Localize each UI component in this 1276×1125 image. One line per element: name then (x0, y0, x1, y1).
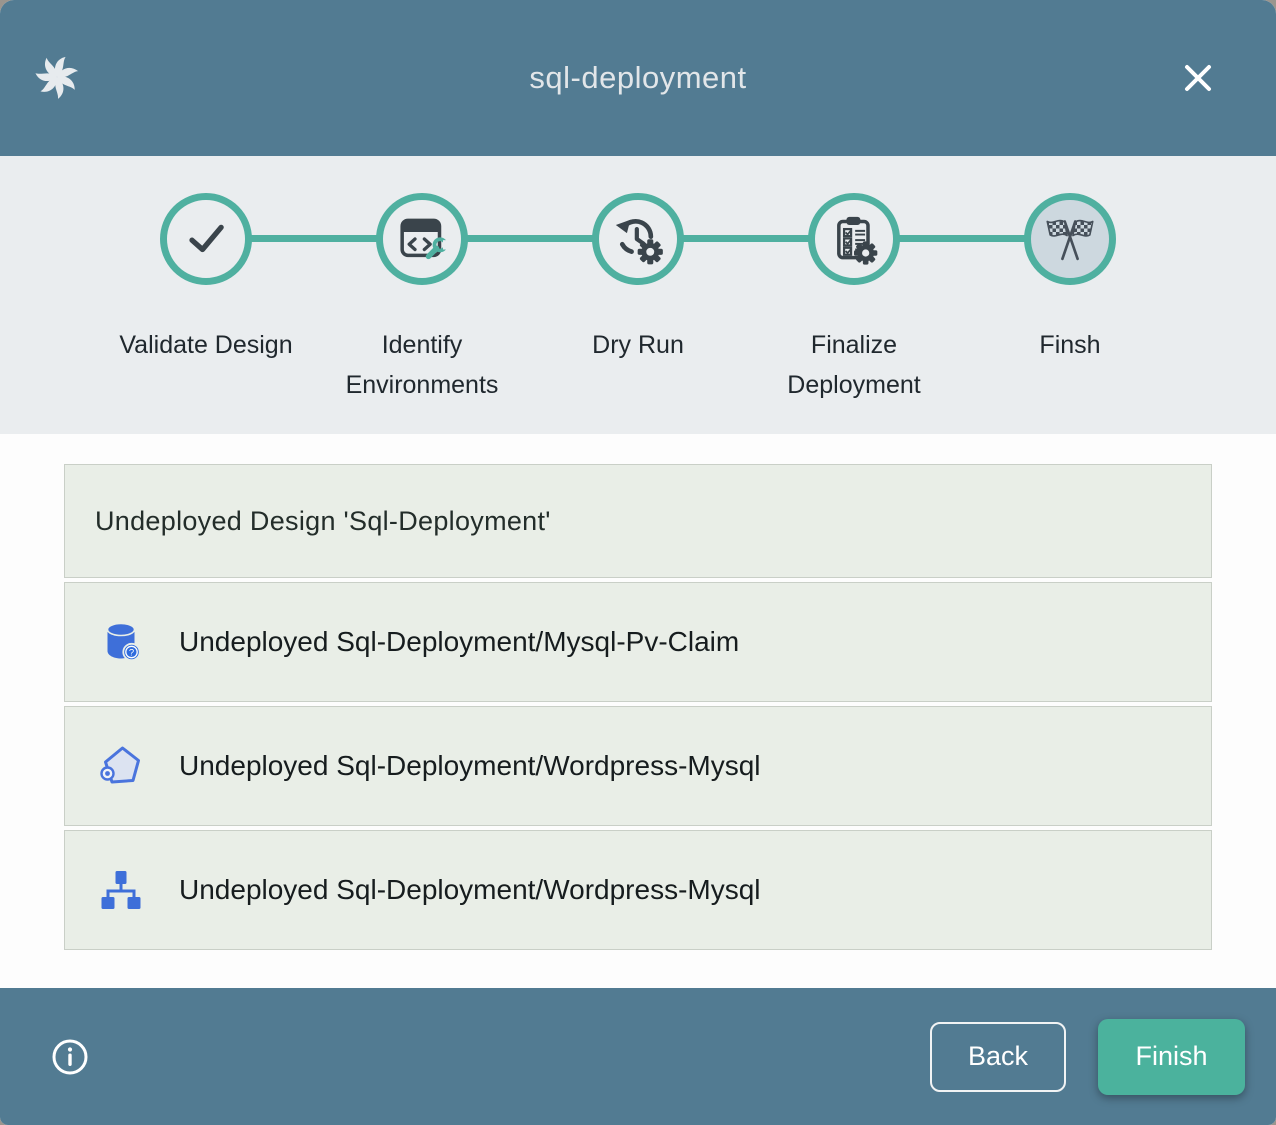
step-label: Identify Environments (331, 325, 513, 405)
step-dry-run: Dry Run (530, 193, 746, 405)
check-icon (178, 211, 234, 267)
racing-flags-icon (1042, 211, 1098, 267)
close-button[interactable] (1176, 56, 1220, 100)
info-button[interactable] (50, 1037, 90, 1077)
code-wrench-icon (394, 211, 450, 267)
step-circle-validate-design[interactable] (160, 193, 252, 285)
list-item-text: Undeployed Sql-Deployment/Wordpress-Mysq… (179, 750, 761, 782)
dialog-header: sql-deployment (0, 0, 1276, 156)
clipboard-gear-icon (826, 211, 882, 267)
pentagon-icon (97, 742, 145, 790)
hierarchy-icon (97, 866, 145, 914)
step-circle-finalize-deployment[interactable] (808, 193, 900, 285)
step-label: Finsh (1039, 325, 1100, 365)
back-button[interactable]: Back (930, 1022, 1066, 1092)
database-question-icon: ? (97, 618, 145, 666)
list-item-wordpress-mysql-1: Undeployed Sql-Deployment/Wordpress-Mysq… (64, 706, 1212, 826)
step-label: Validate Design (119, 325, 292, 365)
step-validate-design: Validate Design (98, 193, 314, 405)
info-icon (50, 1037, 90, 1077)
dialog-title: sql-deployment (529, 60, 746, 96)
step-identify-environments: Identify Environments (314, 193, 530, 405)
step-circle-identify-environments[interactable] (376, 193, 468, 285)
step-label: Finalize Deployment (763, 325, 945, 405)
list-item-text: Undeployed Sql-Deployment/Wordpress-Mysq… (179, 874, 761, 906)
list-item-text: Undeployed Sql-Deployment/Mysql-Pv-Claim (179, 626, 739, 658)
step-circle-finish[interactable] (1024, 193, 1116, 285)
dialog-footer: Back Finish (0, 988, 1276, 1125)
step-circle-dry-run[interactable] (592, 193, 684, 285)
stepper: Validate Design Identify Environments (0, 156, 1276, 434)
svg-text:?: ? (129, 648, 134, 659)
step-finalize-deployment: Finalize Deployment (746, 193, 962, 405)
deployment-wizard-dialog: sql-deployment Validate Design (0, 0, 1276, 1125)
step-label: Dry Run (592, 325, 684, 365)
step-finish: Finsh (962, 193, 1178, 405)
list-item-design: Undeployed Design 'Sql-Deployment' (64, 464, 1212, 578)
meshery-logo-icon (34, 54, 80, 100)
close-icon (1178, 58, 1218, 98)
list-item-wordpress-mysql-2: Undeployed Sql-Deployment/Wordpress-Mysq… (64, 830, 1212, 950)
list-item-text: Undeployed Design 'Sql-Deployment' (95, 506, 551, 537)
history-gear-icon (610, 211, 666, 267)
finish-button[interactable]: Finish (1098, 1019, 1245, 1095)
list-item-mysql-pv-claim: ? Undeployed Sql-Deployment/Mysql-Pv-Cla… (64, 582, 1212, 702)
deployment-status-list: Undeployed Design 'Sql-Deployment' ? Und… (0, 434, 1276, 988)
